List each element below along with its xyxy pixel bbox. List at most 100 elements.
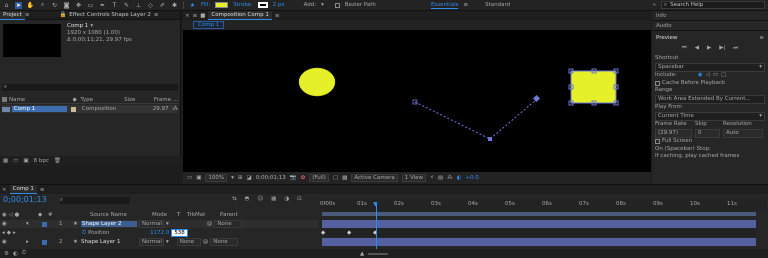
zoom-slider-icon[interactable] [368, 252, 389, 255]
timeline-toggle-icon[interactable]: ▤ [438, 175, 443, 181]
layer2-trkmat[interactable]: None [176, 238, 201, 246]
info-panel-tab[interactable]: Info [656, 13, 666, 19]
always-preview-icon[interactable]: ▭ [187, 175, 192, 181]
work-area-bar[interactable] [322, 212, 756, 216]
preview-menu-icon[interactable]: ≡ [759, 35, 764, 41]
layer2-visibility-icon[interactable]: ◉ [2, 239, 12, 245]
mask-visibility-icon[interactable]: ◪ [247, 175, 252, 181]
shortcut-dropdown[interactable]: Spacebar ▾ [655, 62, 765, 72]
clone-stamp-tool-icon[interactable]: ⊥ [135, 2, 142, 9]
stopwatch-icon[interactable]: ⏱ [82, 230, 86, 237]
pan-behind-tool-icon[interactable]: ✥ [75, 2, 82, 9]
resolution-dropdown-right[interactable]: Auto [723, 128, 763, 138]
interpret-footage-icon[interactable]: ▦ [3, 158, 8, 164]
stroke-swatch[interactable] [257, 2, 268, 8]
camera-tool-icon[interactable]: ◙ [63, 2, 70, 9]
viewer-timecode[interactable]: 0;00;01;13 [256, 175, 286, 181]
hand-tool-icon[interactable]: ✋ [27, 2, 34, 9]
timeline-menu-icon[interactable]: ≡ [40, 187, 45, 193]
comp-subtab[interactable]: Comp 1 [193, 20, 225, 29]
layer2-parent[interactable]: None [210, 238, 239, 246]
add-chevron-icon[interactable]: ▾ [321, 2, 324, 8]
tab-timeline-comp1[interactable]: Comp 1 [9, 185, 37, 194]
view-layout-dropdown[interactable]: 1 View [401, 174, 427, 182]
zoom-out-icon[interactable]: ▲ [360, 251, 364, 257]
snapping-icon[interactable]: ★ [189, 2, 196, 9]
workspace-overflow-icon[interactable]: » [653, 2, 656, 8]
eraser-tool-icon[interactable]: ◇ [147, 2, 154, 9]
camera-dropdown[interactable]: Active Camera [351, 174, 398, 182]
tab-project[interactable]: Project [0, 10, 25, 20]
layer-row-shape-layer-2[interactable]: ◉ ▾ 1 ★ Shape Layer 2 Normal ▾ @ None [0, 220, 318, 228]
new-comp-icon[interactable]: ▣ [23, 158, 28, 164]
skip-dropdown[interactable]: 0 [695, 128, 720, 138]
exposure-value[interactable]: +0.0 [465, 175, 478, 181]
comp-close-icon[interactable]: × [185, 13, 190, 19]
keyframe-marker-2[interactable]: ◆ [347, 230, 351, 236]
zoom-dropdown[interactable]: 100% [205, 174, 228, 182]
col-trkmat[interactable]: TrkMat [187, 212, 218, 218]
grid-icon[interactable]: ⊞ [238, 175, 243, 181]
zoom-chevron-icon[interactable]: ▾ [231, 175, 234, 181]
comp-mini-flowchart-icon[interactable]: ⇆ [232, 196, 237, 202]
project-item-comp1[interactable]: Comp 1 Composition 29.97 ⁂ [2, 105, 178, 113]
comp-info-chevron-icon[interactable]: ▾ [90, 23, 93, 30]
layer1-duration-bar[interactable] [322, 220, 756, 228]
audio-panel-tab[interactable]: Audio [656, 23, 672, 29]
resolution-dropdown[interactable]: (Full) [309, 174, 329, 182]
first-frame-icon[interactable]: ⏮ [682, 45, 687, 52]
include-audio-icon[interactable]: ◁ [706, 72, 710, 80]
project-flowchart-icon[interactable]: ⁂ [173, 106, 179, 112]
col-type[interactable]: Type [80, 97, 122, 103]
label-column-icon[interactable] [2, 97, 7, 102]
layer2-mode-chevron-icon[interactable]: ▾ [166, 239, 169, 245]
layer-row-shape-layer-1[interactable]: ◉ ▸ 2 ★ Shape Layer 1 Normal ▾ None @ No… [0, 238, 318, 246]
region-of-interest-icon[interactable]: ▢ [333, 175, 338, 181]
brush-tool-icon[interactable]: ✎ [123, 2, 130, 9]
range-dropdown[interactable]: Work Area Extended By Current... [655, 94, 765, 104]
graph-editor-icon[interactable]: ⊡ [297, 196, 302, 202]
time-ruler[interactable]: 0f00s 01s 02s 03s 04s 05s 06s 07s 08s 09s 10s 11s [320, 199, 766, 211]
current-time-indicator-head[interactable]: ▼ [373, 201, 378, 208]
fast-preview-icon[interactable]: ⚡ [430, 175, 434, 181]
puppet-tool-icon[interactable]: ✱ [171, 2, 178, 9]
fill-swatch[interactable] [215, 2, 229, 8]
roto-brush-tool-icon[interactable]: ✐ [159, 2, 166, 9]
tab-effect-controls[interactable]: Effect Controls Shape Layer 2 [66, 11, 154, 20]
frame-rate-dropdown[interactable]: (29.97) [655, 128, 692, 138]
home-icon[interactable]: ⌂ [3, 2, 10, 9]
col-parent[interactable]: Parent [220, 212, 238, 218]
motion-blur-icon[interactable]: ◑ [284, 196, 289, 202]
keyframe-marker-1[interactable]: ◆ [321, 230, 325, 236]
pen-tool-icon[interactable]: ✒ [99, 2, 106, 9]
position-property-row[interactable]: ◂ ◆ ▸ ⏱ Position 1172.0 538 [0, 229, 318, 237]
position-x-value[interactable]: 1172.0 [150, 230, 169, 236]
comp-tab-menu-icon[interactable]: ≡ [275, 13, 280, 19]
bezier-checkbox[interactable] [334, 2, 340, 8]
col-frame-rate[interactable]: Frame ... [154, 97, 178, 103]
layer1-expand-icon[interactable]: ▾ [26, 221, 34, 227]
timeline-close-icon[interactable]: × [2, 187, 7, 193]
render-time-icon[interactable]: ⏱ [22, 250, 26, 257]
effect-panel-menu-icon[interactable]: ≡ [154, 12, 159, 18]
label-swatch-icon[interactable] [70, 106, 76, 112]
color-channel-icon[interactable]: ✿ [301, 175, 306, 181]
layer1-name[interactable]: Shape Layer 2 [81, 221, 137, 227]
add-label[interactable]: Add: [304, 2, 317, 8]
layer1-mode-chevron-icon[interactable]: ▾ [166, 221, 169, 227]
position-y-input[interactable]: 538 [171, 229, 188, 237]
play-from-dropdown[interactable]: Current Time ▾ [655, 111, 765, 121]
yellow-rectangle-shape[interactable] [570, 70, 617, 104]
bit-depth-label[interactable]: 8 bpc [34, 158, 49, 164]
toggle-modes-icon[interactable]: ◐ [13, 251, 18, 257]
layer2-expand-icon[interactable]: ▸ [26, 239, 34, 245]
col-size[interactable]: Size [124, 97, 152, 103]
keyframe-nav-next-icon[interactable]: ▸ [13, 230, 16, 236]
snapshot-icon[interactable]: 📷 [290, 175, 297, 181]
play-icon[interactable]: ▶ [707, 45, 711, 51]
zoom-tool-icon[interactable]: ⌕ [39, 1, 46, 9]
layer1-mode[interactable]: Normal [139, 220, 164, 228]
col-label-icon[interactable]: ◆ [72, 97, 78, 103]
keyframe-nav-prev-icon[interactable]: ◂ [2, 230, 5, 236]
comp-viewer[interactable] [183, 30, 651, 172]
